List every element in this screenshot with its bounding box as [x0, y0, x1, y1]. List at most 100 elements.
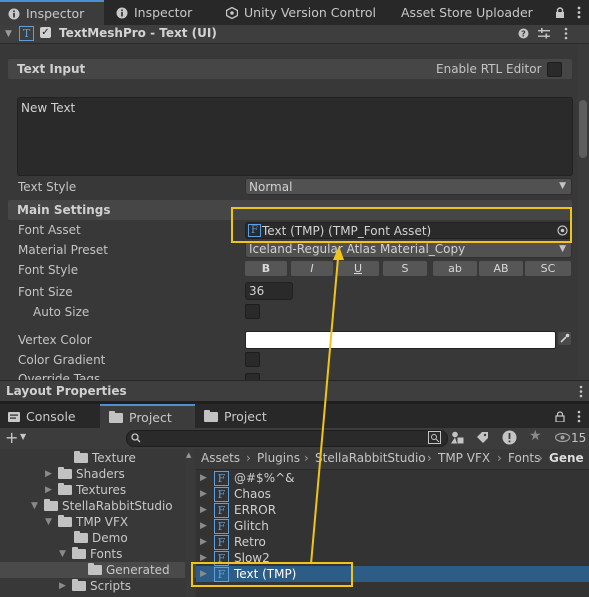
italic-button[interactable]: I: [291, 261, 333, 276]
lowercase-button[interactable]: ab: [433, 261, 477, 276]
highlight-box-font-asset: [231, 207, 572, 243]
uppercase-button[interactable]: AB: [479, 261, 523, 276]
search-icon: [131, 433, 141, 443]
expand-arrow-icon[interactable]: ▶: [200, 473, 209, 483]
font-asset-icon: F: [214, 518, 229, 534]
tab-inspector-1[interactable]: Inspector: [0, 0, 104, 25]
override-tags-row: Override Tags: [0, 370, 577, 380]
breadcrumb-separator-icon: ›: [304, 451, 309, 465]
enabled-checkbox[interactable]: ✓: [40, 27, 51, 38]
foldout-arrow-icon[interactable]: ▼: [5, 29, 12, 39]
tree-item-scripts[interactable]: ▶ Scripts: [59, 578, 131, 594]
asset-label: Chaos: [234, 487, 271, 501]
tree-item-textures[interactable]: ▶ Textures: [45, 482, 126, 498]
tab-unity-version-control[interactable]: Unity Version Control: [226, 0, 376, 25]
expand-arrow-icon[interactable]: ▶: [200, 521, 209, 531]
text-style-dropdown[interactable]: Normal ▼: [245, 178, 572, 195]
scroll-up-icon[interactable]: ▲: [186, 451, 191, 459]
search-input[interactable]: [126, 430, 448, 447]
collapse-arrow-icon[interactable]: ▼: [31, 501, 40, 511]
add-asset-button[interactable]: +: [5, 428, 18, 447]
favorite-star-icon[interactable]: ★: [529, 428, 542, 444]
asset-item[interactable]: ▶ F @#$%^&: [200, 470, 295, 486]
component-header[interactable]: ▼ T ✓ TextMeshPro - Text (UI) ?: [0, 25, 589, 44]
vertex-color-swatch[interactable]: [245, 331, 556, 349]
tree-item-generated[interactable]: Generated: [88, 562, 170, 578]
section-title: Main Settings: [17, 203, 111, 217]
tab-project-1[interactable]: Project: [100, 404, 195, 429]
expand-arrow-icon[interactable]: ▶: [45, 485, 54, 495]
breadcrumb-item[interactable]: Assets: [201, 451, 240, 465]
tree-item-tmp-vfx[interactable]: ▼ TMP VFX: [45, 514, 128, 530]
font-size-value: 36: [249, 284, 265, 298]
tree-item-stellarabbitstudio[interactable]: ▼ StellaRabbitStudio: [31, 498, 173, 514]
font-asset-icon: F: [214, 486, 229, 502]
folder-icon: [204, 409, 218, 422]
underline-button[interactable]: U: [337, 261, 379, 276]
text-input-area[interactable]: New Text: [17, 97, 573, 176]
filter-by-type-icon[interactable]: [451, 431, 464, 444]
breadcrumb-item[interactable]: Fonts: [508, 451, 540, 465]
bold-button[interactable]: B: [245, 261, 287, 276]
eye-icon[interactable]: [555, 433, 570, 442]
expand-arrow-icon[interactable]: ▶: [200, 505, 209, 515]
expand-arrow-icon[interactable]: ▶: [200, 489, 209, 499]
font-asset-icon: F: [214, 502, 229, 518]
color-gradient-checkbox[interactable]: [245, 352, 260, 367]
eyedropper-icon[interactable]: [558, 332, 571, 345]
text-style-label: Text Style: [18, 180, 77, 194]
breadcrumb-item[interactable]: StellaRabbitStudio: [315, 451, 426, 465]
expand-arrow-icon[interactable]: ▶: [45, 469, 54, 479]
layout-properties-bar[interactable]: Layout Properties: [0, 380, 589, 402]
more-menu-icon[interactable]: [577, 6, 581, 19]
asset-item[interactable]: ▶ F Chaos: [200, 486, 271, 502]
material-preset-dropdown[interactable]: Iceland-Regular Atlas Material_Copy ▼: [245, 241, 572, 258]
search-scene-icon[interactable]: [428, 431, 441, 444]
chevron-down-icon: ▼: [559, 244, 566, 254]
inspector-scrollbar[interactable]: [577, 44, 589, 380]
expand-arrow-icon[interactable]: ▶: [200, 537, 209, 547]
tree-item-texture[interactable]: Texture: [74, 450, 136, 466]
component-menu-icon[interactable]: [564, 27, 568, 40]
collapse-arrow-icon[interactable]: ▼: [59, 549, 68, 559]
folder-icon: [74, 531, 88, 543]
tree-item-demo[interactable]: Demo: [74, 530, 128, 546]
chevron-down-icon[interactable]: ▼: [20, 432, 26, 441]
asset-item[interactable]: ▶ F Retro: [200, 534, 266, 550]
breadcrumb-current[interactable]: Gene: [549, 451, 584, 465]
breadcrumb-item[interactable]: TMP VFX: [438, 451, 490, 465]
lock-icon[interactable]: [555, 7, 565, 18]
collapse-arrow-icon[interactable]: ▼: [45, 517, 54, 527]
more-menu-icon[interactable]: [579, 385, 583, 398]
override-tags-checkbox[interactable]: [245, 373, 260, 380]
font-size-label: Font Size: [18, 285, 73, 299]
tab-asset-store-uploader[interactable]: Asset Store Uploader: [401, 0, 533, 25]
presets-icon[interactable]: [538, 28, 550, 39]
help-icon[interactable]: ?: [518, 28, 529, 39]
lock-icon[interactable]: [555, 411, 565, 422]
auto-size-checkbox[interactable]: [245, 304, 260, 319]
strikethrough-button[interactable]: S: [383, 261, 427, 276]
smallcaps-button[interactable]: SC: [525, 261, 571, 276]
inspector-tab-bar: Inspector Inspector Unity Version Contro…: [0, 0, 589, 25]
scrollbar-thumb[interactable]: [579, 100, 587, 158]
color-gradient-label: Color Gradient: [18, 353, 106, 367]
breadcrumb-item[interactable]: Plugins: [257, 451, 300, 465]
asset-item[interactable]: ▶ F ERROR: [200, 502, 276, 518]
font-size-field[interactable]: 36: [245, 282, 293, 300]
folder-icon: [58, 483, 72, 495]
tab-inspector-2[interactable]: Inspector: [116, 0, 192, 25]
error-log-icon[interactable]: [502, 430, 517, 445]
label-icon[interactable]: [476, 431, 489, 444]
more-menu-icon[interactable]: [577, 410, 581, 423]
tab-project-2[interactable]: Project: [204, 404, 267, 429]
tree-item-shaders[interactable]: ▶ Shaders: [45, 466, 125, 482]
expand-arrow-icon[interactable]: ▶: [59, 581, 68, 591]
tab-console[interactable]: Console: [0, 404, 76, 429]
tree-item-label: Demo: [92, 531, 128, 545]
asset-item[interactable]: ▶ F Glitch: [200, 518, 269, 534]
enable-rtl-checkbox[interactable]: [547, 62, 562, 77]
font-asset-icon: F: [214, 534, 229, 550]
layout-properties-title: Layout Properties: [6, 384, 127, 398]
tree-item-fonts[interactable]: ▼ Fonts: [59, 546, 122, 562]
